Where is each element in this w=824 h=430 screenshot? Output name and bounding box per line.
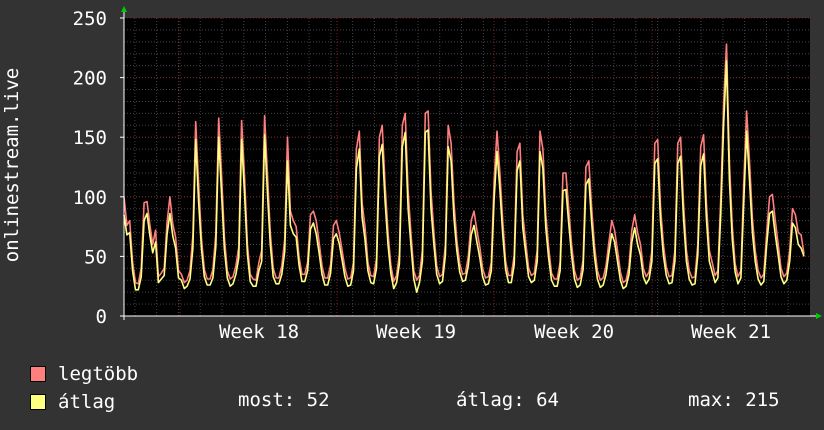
y-axis-arrow [121, 6, 127, 12]
legend-swatch-avg [30, 394, 46, 410]
legend-swatch-max [30, 366, 46, 382]
legend-item-max: legtöbb [30, 361, 138, 387]
x-tick-labels: Week 18 Week 19 Week 20 Week 21 [219, 321, 771, 343]
y-tick-label: 200 [73, 68, 107, 90]
x-tick-label: Week 20 [534, 321, 614, 343]
stat-atlag: átlag: 64 [456, 389, 559, 411]
y-tick-label: 150 [73, 127, 107, 149]
x-tick-label: Week 18 [219, 321, 299, 343]
legend-item-avg: átlag [30, 389, 115, 415]
legend-label-avg: átlag [58, 391, 116, 413]
y-tick-label: 250 [73, 8, 107, 30]
y-tick-label: 100 [73, 187, 107, 209]
y-tick-label: 50 [84, 246, 107, 268]
legend-label-max: legtöbb [58, 363, 139, 385]
stat-most: most: 52 [238, 389, 330, 411]
x-tick-label: Week 21 [691, 321, 771, 343]
x-tick-label: Week 19 [376, 321, 456, 343]
y-tick-label: 0 [96, 306, 107, 328]
stat-max: max: 215 [688, 389, 780, 411]
x-axis-arrow [816, 313, 822, 319]
y-tick-labels: 0 50 100 150 200 250 [73, 8, 107, 328]
y-axis-label: onlinestream.live [1, 68, 23, 262]
